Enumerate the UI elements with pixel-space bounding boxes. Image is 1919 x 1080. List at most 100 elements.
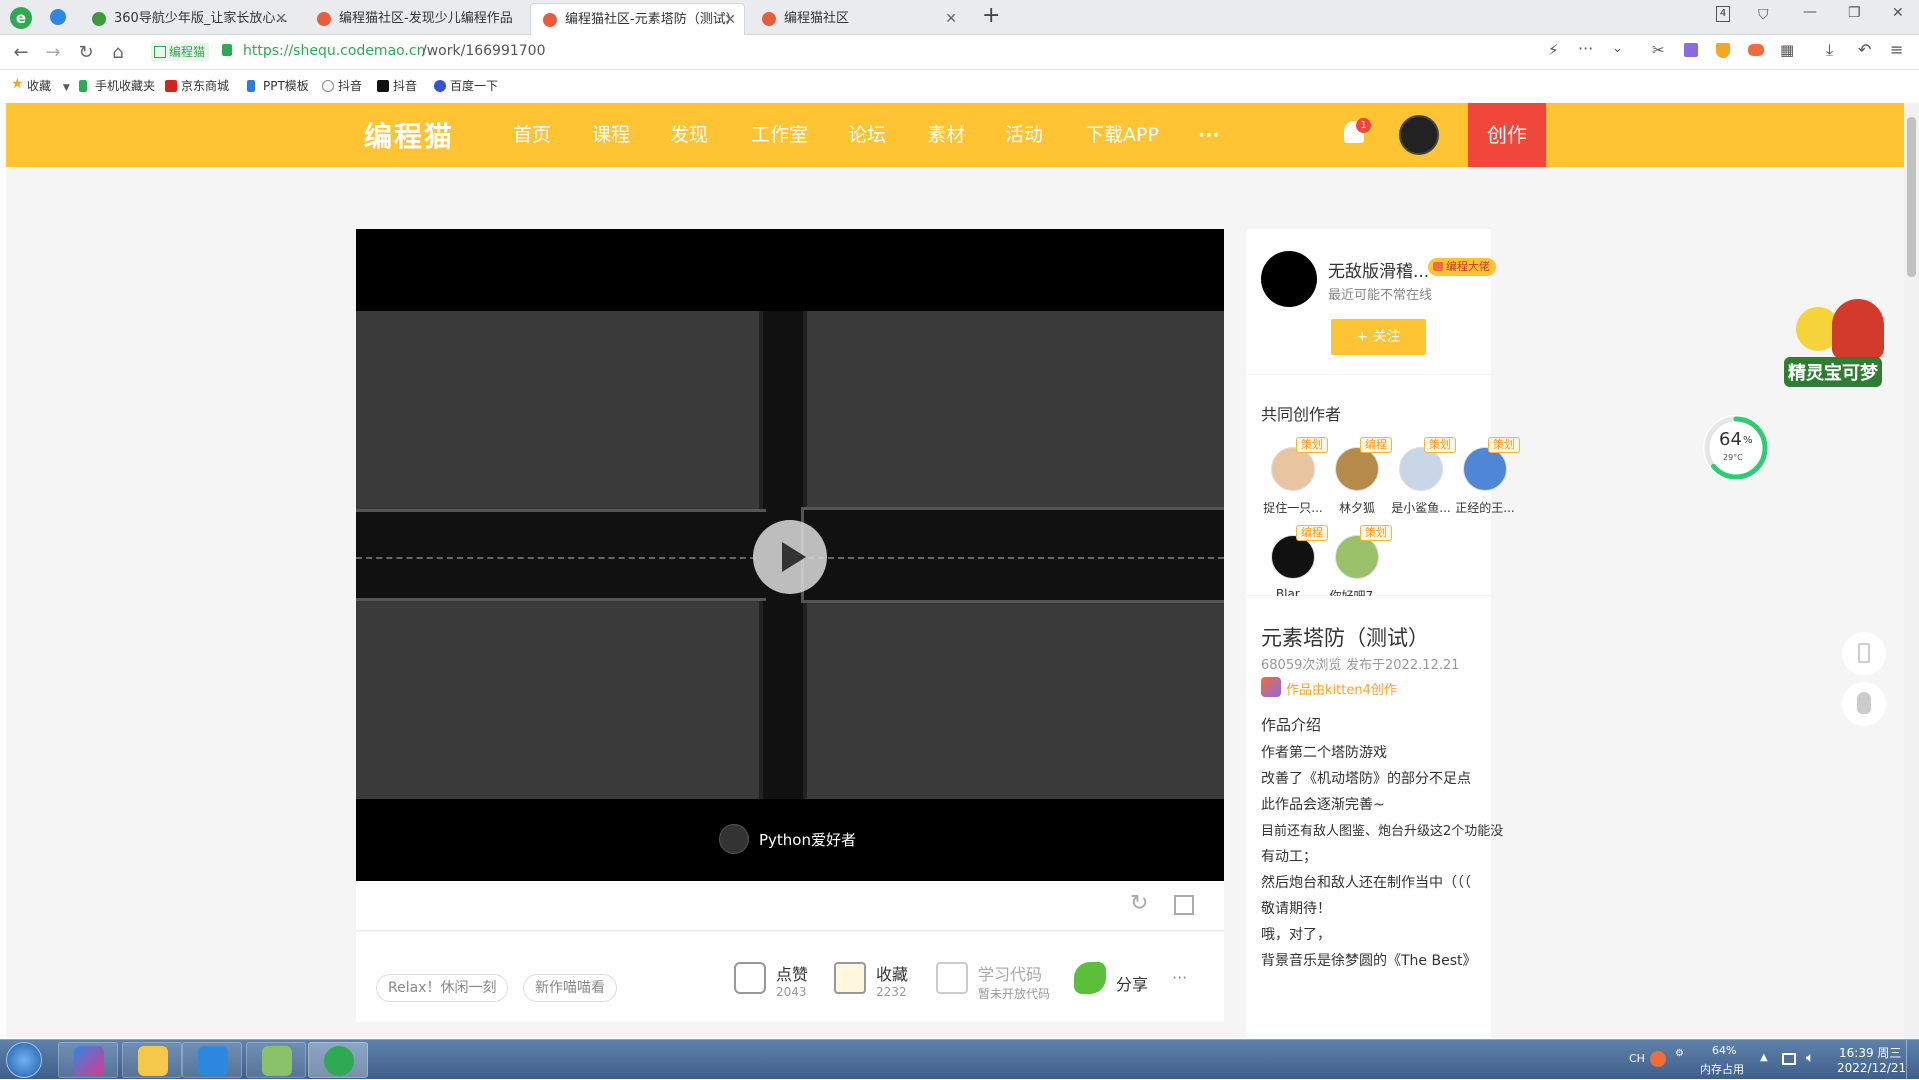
skin-icon[interactable]: ⛉	[1758, 7, 1769, 23]
reload-icon[interactable]: ↻	[75, 42, 97, 64]
coauthor-item[interactable]: 策划 是小鲨鱼...	[1390, 435, 1456, 517]
kitten-icon	[1261, 677, 1281, 697]
create-button[interactable]: 创作	[1468, 103, 1546, 167]
nav-discover[interactable]: 发现	[670, 103, 708, 167]
show-desktop-button[interactable]	[1906, 1040, 1919, 1080]
shield-icon[interactable]	[1716, 43, 1730, 58]
coauthor-item[interactable]: 编程 林夕狐	[1326, 435, 1392, 517]
more-options-icon[interactable]: ···	[1578, 39, 1593, 58]
telegram-like-icon[interactable]	[50, 9, 66, 25]
lightning-icon[interactable]: ⚡	[1548, 41, 1559, 59]
bookmark-mobile[interactable]: 手机收藏夹	[79, 78, 155, 94]
site-identity-badge[interactable]: 编程猫	[151, 43, 210, 61]
play-button[interactable]	[753, 520, 827, 594]
coauthor-item[interactable]: 策划 捉住一只...	[1262, 435, 1328, 517]
mobile-view-button[interactable]	[1842, 632, 1886, 676]
avatar[interactable]	[1399, 115, 1439, 155]
player-author-avatar[interactable]	[719, 824, 749, 854]
bookmark-douyin[interactable]: 抖音	[377, 78, 417, 94]
close-tab-icon[interactable]: ✕	[275, 3, 287, 35]
more-actions-button[interactable]: ···	[1172, 968, 1187, 987]
minimize-icon[interactable]: —	[1803, 4, 1817, 20]
tab-codemao-work[interactable]: 编程猫社区-元素塔防（测试） ✕	[530, 3, 745, 35]
taskbar-editor[interactable]	[246, 1042, 306, 1078]
restart-icon[interactable]: ↻	[1130, 891, 1148, 916]
tab-count-badge[interactable]: 4	[1716, 6, 1730, 22]
nav-forum[interactable]: 论坛	[848, 103, 886, 167]
game-icon[interactable]	[1748, 44, 1764, 56]
tab-codemao-discover[interactable]: 编程猫社区-发现少儿编程作品	[305, 3, 530, 35]
coauthor-item[interactable]: 策划 正经的王...	[1454, 435, 1520, 517]
player-author-name[interactable]: Python爱好者	[759, 829, 856, 850]
bookmark-ppt[interactable]: PPT模板	[247, 78, 309, 94]
taskbar-browser[interactable]	[308, 1042, 368, 1078]
mascot-ad[interactable]: 精灵宝可梦	[1782, 299, 1904, 419]
translate-icon[interactable]	[1684, 43, 1698, 57]
taskbar-feishu[interactable]	[182, 1042, 242, 1078]
nav-home[interactable]: 首页	[513, 103, 551, 167]
bookmark-favorites[interactable]: ★ 收藏 ▼	[11, 76, 70, 94]
like-button[interactable]: 点赞 2043	[734, 957, 824, 1007]
tab-codemao-home[interactable]: 编程猫社区 ✕	[750, 3, 965, 35]
sogou-ime-icon[interactable]	[1650, 1051, 1666, 1067]
volume-icon[interactable]: 🔈︎	[1806, 1050, 1814, 1066]
close-window-icon[interactable]: ✕	[1892, 5, 1904, 21]
bookmark-douyin-globe[interactable]: 抖音	[322, 78, 362, 94]
clock-date[interactable]: 2022/12/21	[1837, 1061, 1906, 1075]
tray-mem-label[interactable]: 内存占用	[1700, 1061, 1744, 1077]
site-logo[interactable]: 编程猫	[364, 115, 454, 155]
home-icon[interactable]: ⌂	[107, 42, 129, 64]
intro-line: 作者第二个塔防游戏	[1261, 745, 1387, 761]
bookmark-baidu[interactable]: 百度一下	[434, 78, 498, 94]
download-icon[interactable]: ⤓	[1826, 40, 1833, 60]
scrollbar-thumb[interactable]	[1907, 117, 1916, 277]
browser-logo-icon[interactable]: e	[10, 7, 32, 29]
work-player[interactable]: Python爱好者	[356, 229, 1224, 881]
tag-relax[interactable]: Relax！休闲一刻	[376, 974, 509, 1002]
apps-grid-icon[interactable]: ▦	[1780, 41, 1794, 59]
close-tab-icon[interactable]: ✕	[724, 4, 736, 35]
tray-mem-percent[interactable]: 64%	[1712, 1044, 1736, 1057]
chevron-down-icon[interactable]: ⌄	[1612, 41, 1623, 56]
memory-gauge[interactable]: 64 % 29°C	[1703, 415, 1769, 481]
fullscreen-icon[interactable]	[1174, 895, 1194, 915]
nav-courses[interactable]: 课程	[592, 103, 630, 167]
scissors-icon[interactable]: ✂	[1652, 41, 1665, 59]
qq-contact-button[interactable]	[1842, 682, 1886, 726]
taskbar-youku[interactable]	[58, 1042, 118, 1078]
network-icon[interactable]	[1782, 1053, 1796, 1065]
tag-new-works[interactable]: 新作喵喵看	[523, 974, 617, 1002]
made-with-label[interactable]: 作品由kitten4创作	[1286, 679, 1397, 698]
page-scrollbar[interactable]	[1904, 103, 1919, 1039]
tray-language[interactable]: CH	[1629, 1052, 1645, 1065]
clock-time[interactable]: 16:39 周三	[1839, 1044, 1901, 1061]
forward-icon[interactable]: →	[42, 42, 64, 64]
new-tab-button[interactable]: +	[982, 3, 1000, 28]
nav-more[interactable]: ···	[1198, 103, 1220, 167]
coauthor-item[interactable]: 编程 Blar...	[1262, 523, 1328, 605]
share-button[interactable]: 分享	[1074, 957, 1154, 1007]
bookmark-jd[interactable]: 京东商城	[165, 78, 229, 94]
tray-expand-icon[interactable]: ▲	[1760, 1052, 1768, 1063]
url-field[interactable]: 编程猫 https://shequ.codemao.cn /work/16699…	[145, 40, 1635, 65]
start-button[interactable]	[6, 1042, 42, 1078]
author-avatar[interactable]	[1261, 251, 1317, 307]
caret-down-icon[interactable]: ▼	[63, 83, 70, 93]
nav-materials[interactable]: 素材	[927, 103, 965, 167]
collect-button[interactable]: 收藏 2232	[834, 957, 924, 1007]
nav-studio[interactable]: 工作室	[751, 103, 808, 167]
restore-icon[interactable]: ❐	[1848, 5, 1861, 21]
nav-events[interactable]: 活动	[1005, 103, 1043, 167]
close-tab-icon[interactable]: ✕	[945, 3, 957, 35]
follow-button[interactable]: + 关注	[1331, 319, 1426, 355]
taskbar-explorer[interactable]	[122, 1042, 182, 1078]
author-name[interactable]: 无敌版滑稽...	[1328, 257, 1429, 282]
coauthor-item[interactable]: 策划 你好吧7...	[1326, 523, 1392, 605]
tab-360-nav[interactable]: 360导航少年版_让家长放心... ✕	[80, 3, 295, 35]
menu-icon[interactable]: ≡	[1890, 40, 1903, 59]
undo-icon[interactable]: ↶	[1858, 40, 1871, 59]
back-icon[interactable]: ←	[10, 42, 32, 64]
nav-download-app[interactable]: 下载APP	[1085, 103, 1159, 167]
publish-date: 发布于2022.12.21	[1346, 658, 1460, 673]
tray-options-icon[interactable]: ⚙	[1675, 1048, 1684, 1059]
